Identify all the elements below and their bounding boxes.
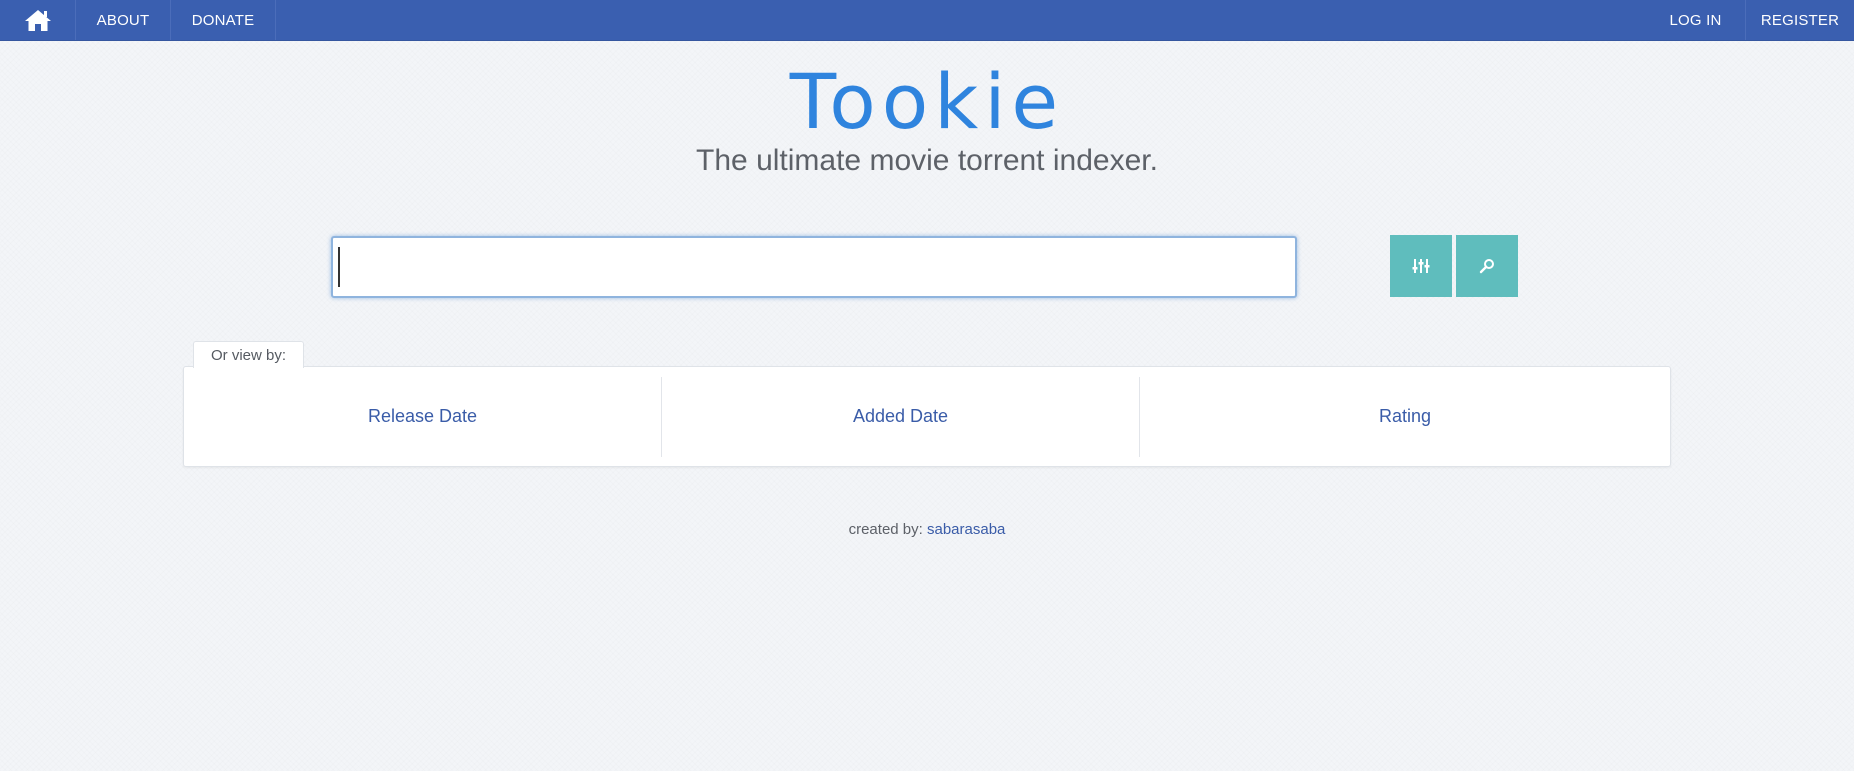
home-button[interactable] xyxy=(0,0,76,40)
search-filters-button[interactable] xyxy=(1390,235,1452,297)
nav-left-group: ABOUT DONATE xyxy=(0,0,276,40)
view-by-rating-link[interactable]: Rating xyxy=(1140,377,1670,457)
nav-right-group: LOG IN REGISTER xyxy=(1646,0,1854,40)
view-by-release-date-link[interactable]: Release Date xyxy=(184,376,662,457)
nav-donate-link[interactable]: DONATE xyxy=(171,0,276,40)
site-title: Tookie xyxy=(789,57,1065,146)
home-icon xyxy=(24,10,51,31)
search-icon xyxy=(1479,259,1494,274)
search-button[interactable] xyxy=(1456,235,1518,297)
footer-credit: created by: sabarasaba xyxy=(0,521,1854,538)
sliders-icon xyxy=(1412,259,1430,273)
search-input[interactable] xyxy=(331,236,1297,298)
view-by-panel: Release Date Added Date Rating xyxy=(183,366,1671,467)
site-tagline: The ultimate movie torrent indexer. xyxy=(696,144,1158,177)
view-by-added-date-link[interactable]: Added Date xyxy=(662,376,1140,457)
nav-login-link[interactable]: LOG IN xyxy=(1646,0,1746,40)
nav-about-link[interactable]: ABOUT xyxy=(76,0,171,40)
top-navbar: ABOUT DONATE LOG IN REGISTER xyxy=(0,0,1854,41)
view-by-tab: Or view by: xyxy=(193,341,304,368)
text-caret xyxy=(338,247,340,287)
author-link[interactable]: sabarasaba xyxy=(927,521,1005,538)
footer-credit-prefix: created by: xyxy=(848,521,923,538)
nav-register-link[interactable]: REGISTER xyxy=(1746,0,1854,40)
